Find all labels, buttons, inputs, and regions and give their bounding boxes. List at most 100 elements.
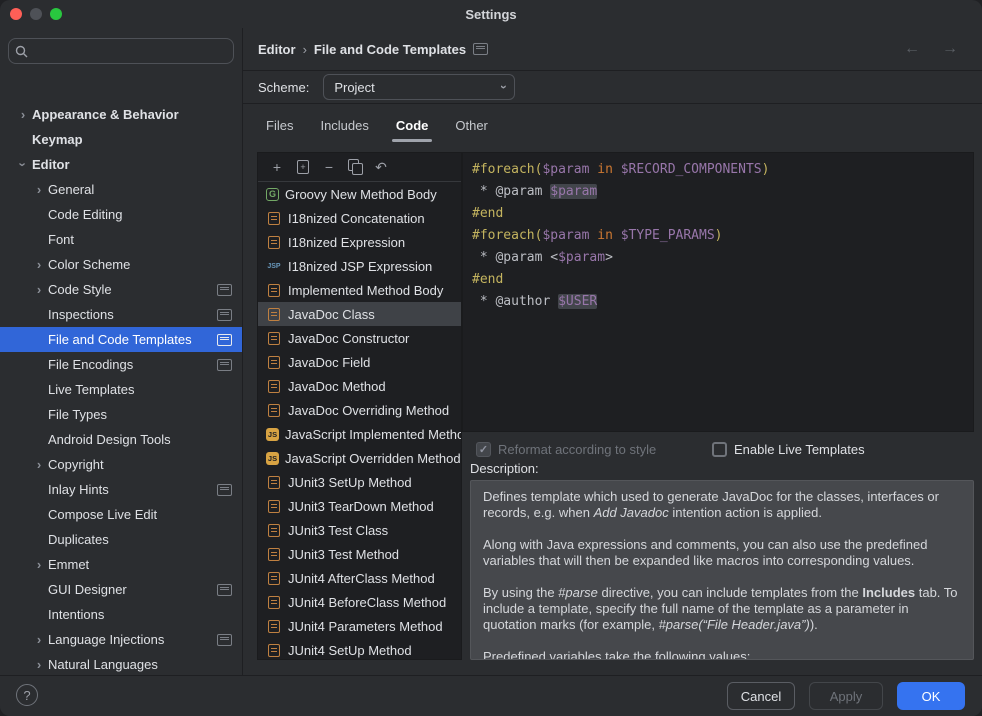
- sidebar-item-label: Keymap: [32, 132, 83, 147]
- cancel-button[interactable]: Cancel: [727, 682, 795, 710]
- sidebar-item-general[interactable]: ›General: [0, 177, 242, 202]
- sidebar-item-appearance-behavior[interactable]: ›Appearance & Behavior: [0, 102, 242, 127]
- template-item-junit3-test-class[interactable]: JUnit3 Test Class: [258, 518, 461, 542]
- code-line: * @param <$param>: [472, 247, 973, 269]
- template-item-junit4-setup-method[interactable]: JUnit4 SetUp Method: [258, 638, 461, 660]
- sidebar-item-android-design-tools[interactable]: Android Design Tools: [0, 427, 242, 452]
- tab-code[interactable]: Code: [396, 108, 429, 142]
- code-line: #end: [472, 203, 973, 225]
- sidebar-item-code-style[interactable]: ›Code Style: [0, 277, 242, 302]
- sidebar-item-gui-designer[interactable]: GUI Designer: [0, 577, 242, 602]
- tab-files[interactable]: Files: [266, 108, 293, 142]
- zoom-button[interactable]: [50, 8, 62, 20]
- sidebar-item-editor[interactable]: ›Editor: [0, 152, 242, 177]
- add-icon[interactable]: +: [266, 156, 288, 178]
- sidebar-item-inspections[interactable]: Inspections: [0, 302, 242, 327]
- template-item-i18nized-concatenation[interactable]: I18nized Concatenation: [258, 206, 461, 230]
- sidebar-item-inlay-hints[interactable]: Inlay Hints: [0, 477, 242, 502]
- chevron-icon[interactable]: ›: [30, 258, 48, 271]
- sidebar-item-label: Compose Live Edit: [48, 507, 157, 522]
- template-item-junit3-teardown-method[interactable]: JUnit3 TearDown Method: [258, 494, 461, 518]
- chevron-icon[interactable]: ›: [30, 283, 48, 296]
- template-item-javascript-implemented-method-body[interactable]: JSJavaScript Implemented Method Body: [258, 422, 461, 446]
- help-button[interactable]: ?: [16, 684, 38, 706]
- main-panel: Editor › File and Code Templates ← → Sch…: [243, 28, 982, 676]
- breadcrumb-current: File and Code Templates: [314, 42, 466, 57]
- window-title: Settings: [465, 7, 516, 22]
- template-item-javadoc-field[interactable]: JavaDoc Field: [258, 350, 461, 374]
- sidebar-item-label: Inlay Hints: [48, 482, 109, 497]
- chevron-icon[interactable]: ›: [30, 658, 48, 671]
- template-icon: [268, 596, 280, 609]
- template-item-i18nized-expression[interactable]: I18nized Expression: [258, 230, 461, 254]
- template-item-javadoc-method[interactable]: JavaDoc Method: [258, 374, 461, 398]
- template-name: JavaDoc Class: [288, 307, 375, 322]
- chevron-icon[interactable]: ›: [30, 558, 48, 571]
- template-icon: [268, 356, 280, 369]
- settings-search[interactable]: [8, 38, 234, 64]
- sidebar-item-label: Emmet: [48, 557, 89, 572]
- chevron-icon[interactable]: ›: [30, 458, 48, 471]
- template-item-javascript-overridden-method-body[interactable]: JSJavaScript Overridden Method Body: [258, 446, 461, 470]
- create-from-template-icon[interactable]: [292, 156, 314, 178]
- breadcrumb: Editor › File and Code Templates: [258, 28, 488, 70]
- live-templates-checkbox[interactable]: [712, 442, 727, 457]
- chevron-icon[interactable]: ›: [17, 156, 30, 174]
- template-item-junit4-afterclass-method[interactable]: JUnit4 AfterClass Method: [258, 566, 461, 590]
- description-segment: Predefined variables take the following …: [483, 649, 750, 660]
- sidebar-item-file-types[interactable]: File Types: [0, 402, 242, 427]
- live-templates-option[interactable]: Enable Live Templates: [712, 442, 865, 457]
- sidebar-item-font[interactable]: Font: [0, 227, 242, 252]
- template-editor[interactable]: #foreach($param in $RECORD_COMPONENTS) *…: [462, 152, 974, 432]
- template-item-implemented-method-body[interactable]: Implemented Method Body: [258, 278, 461, 302]
- sidebar-item-duplicates[interactable]: Duplicates: [0, 527, 242, 552]
- sidebar-item-natural-languages[interactable]: ›Natural Languages: [0, 652, 242, 676]
- reformat-checkbox: ✓: [476, 442, 491, 457]
- tab-other[interactable]: Other: [455, 108, 488, 142]
- remove-icon[interactable]: −: [318, 156, 340, 178]
- template-list: GGroovy New Method BodyI18nized Concaten…: [258, 182, 461, 659]
- scheme-dropdown[interactable]: Project ›: [323, 74, 515, 100]
- template-item-junit4-beforeclass-method[interactable]: JUnit4 BeforeClass Method: [258, 590, 461, 614]
- sidebar-item-label: Live Templates: [48, 382, 134, 397]
- forward-button[interactable]: →: [942, 40, 958, 58]
- template-icon: [268, 380, 280, 393]
- template-item-junit3-setup-method[interactable]: JUnit3 SetUp Method: [258, 470, 461, 494]
- settings-dialog: Settings ›Appearance & BehaviorKeymap›Ed…: [0, 0, 982, 716]
- sidebar-item-emmet[interactable]: ›Emmet: [0, 552, 242, 577]
- sidebar-item-file-and-code-templates[interactable]: File and Code Templates: [0, 327, 242, 352]
- chevron-icon[interactable]: ›: [30, 633, 48, 646]
- sidebar-item-language-injections[interactable]: ›Language Injections: [0, 627, 242, 652]
- chevron-icon[interactable]: ›: [30, 183, 48, 196]
- sidebar-item-intentions[interactable]: Intentions: [0, 602, 242, 627]
- ok-button[interactable]: OK: [897, 682, 965, 710]
- sidebar-item-keymap[interactable]: Keymap: [0, 127, 242, 152]
- breadcrumb-parent[interactable]: Editor: [258, 42, 296, 57]
- template-item-javadoc-class[interactable]: JavaDoc Class: [258, 302, 461, 326]
- search-input[interactable]: [32, 43, 227, 60]
- template-item-groovy-new-method-body[interactable]: GGroovy New Method Body: [258, 182, 461, 206]
- template-item-junit3-test-method[interactable]: JUnit3 Test Method: [258, 542, 461, 566]
- template-icon: [268, 236, 280, 249]
- template-item-javadoc-overriding-method[interactable]: JavaDoc Overriding Method: [258, 398, 461, 422]
- copy-icon[interactable]: [344, 156, 366, 178]
- chevron-icon[interactable]: ›: [14, 108, 32, 121]
- sidebar-item-code-editing[interactable]: Code Editing: [0, 202, 242, 227]
- close-button[interactable]: [10, 8, 22, 20]
- reformat-option[interactable]: ✓ Reformat according to style: [476, 442, 656, 457]
- screen-icon: [217, 484, 232, 496]
- sidebar-item-live-templates[interactable]: Live Templates: [0, 377, 242, 402]
- template-item-javadoc-constructor[interactable]: JavaDoc Constructor: [258, 326, 461, 350]
- sidebar-item-file-encodings[interactable]: File Encodings: [0, 352, 242, 377]
- tab-includes[interactable]: Includes: [320, 108, 368, 142]
- code-token: #foreach(: [472, 162, 542, 177]
- back-button[interactable]: ←: [904, 40, 920, 58]
- description-segment: Along with Java expressions and comments…: [483, 537, 927, 568]
- revert-icon[interactable]: ↶: [370, 156, 392, 178]
- sidebar-item-compose-live-edit[interactable]: Compose Live Edit: [0, 502, 242, 527]
- template-item-i18nized-jsp-expression[interactable]: JSPI18nized JSP Expression: [258, 254, 461, 278]
- description-segment: intention action is applied.: [669, 505, 822, 520]
- sidebar-item-copyright[interactable]: ›Copyright: [0, 452, 242, 477]
- template-item-junit4-parameters-method[interactable]: JUnit4 Parameters Method: [258, 614, 461, 638]
- sidebar-item-color-scheme[interactable]: ›Color Scheme: [0, 252, 242, 277]
